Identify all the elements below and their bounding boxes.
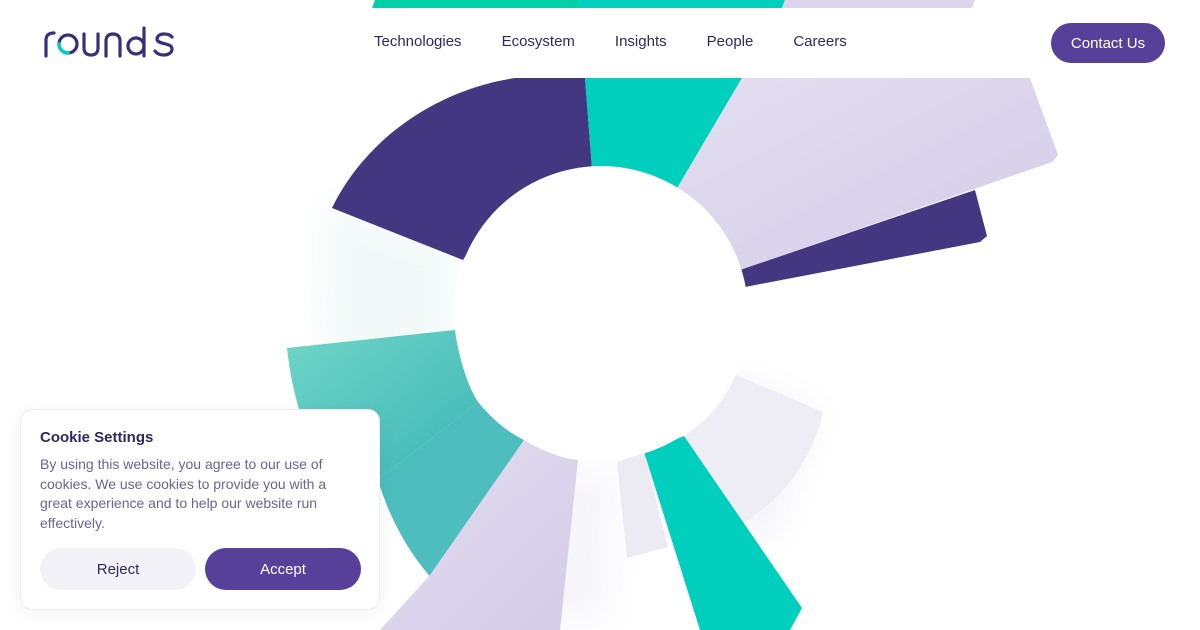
nav-item-technologies[interactable]: Technologies — [374, 33, 462, 51]
segment-top-teal-2 — [578, 0, 785, 8]
nav-item-people[interactable]: People — [707, 33, 754, 51]
main-nav: Technologies Ecosystem Insights People C… — [374, 33, 847, 51]
cookie-settings-panel: Cookie Settings By using this website, y… — [20, 409, 380, 610]
cookie-title: Cookie Settings — [40, 429, 154, 446]
reject-button[interactable]: Reject — [40, 548, 196, 590]
rounds-logo[interactable]: rounds — [44, 26, 176, 58]
nav-item-insights[interactable]: Insights — [615, 33, 667, 51]
segment-top-lavender — [782, 0, 975, 8]
nav-item-careers[interactable]: Careers — [793, 33, 846, 51]
accept-button[interactable]: Accept — [205, 548, 361, 590]
nav-item-ecosystem[interactable]: Ecosystem — [502, 33, 575, 51]
ring-center — [454, 166, 748, 460]
cookie-description: By using this website, you agree to our … — [40, 456, 327, 531]
segment-top-teal — [372, 0, 580, 8]
contact-us-button[interactable]: Contact Us — [1051, 23, 1165, 63]
